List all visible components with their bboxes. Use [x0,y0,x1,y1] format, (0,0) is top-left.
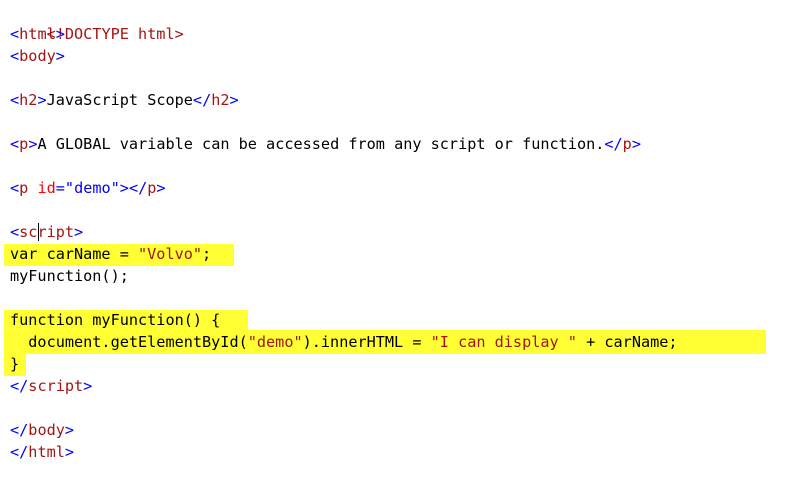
script-open-tag: script [19,223,75,241]
p2-tag: p [19,179,29,197]
gt-bracket: > [83,377,93,395]
code-line-js-close-brace: } [10,353,19,375]
gt-bracket: > [64,421,75,439]
lt-bracket: < [10,91,20,109]
lt-slash-bracket: </ [10,421,29,439]
body-open-tag: body [19,47,56,65]
gt-bracket: > [74,223,84,241]
gt-bracket: > [156,179,166,197]
js-function-decl: function myFunction() { [10,311,221,329]
js-inner-html: ).innerHTML = [302,333,431,351]
code-editor[interactable]: <!DOCTYPE html> <html> <body> <h2>JavaSc… [0,0,807,490]
lt-bracket: < [10,223,20,241]
lt-bracket: < [10,47,20,65]
code-line-h2: <h2>JavaScript Scope</h2> [10,89,239,111]
script-close-tag: script [28,377,84,395]
p-text: A GLOBAL variable can be accessed from a… [37,135,605,153]
lt-bracket: < [10,25,20,43]
gt-bracket: > [631,135,641,153]
gt-lt-slash-bracket: ></ [119,179,148,197]
gt-bracket: > [229,91,239,109]
code-line-js-body: document.getElementById("demo").innerHTM… [10,331,678,353]
html-open-tag: html [19,25,56,43]
code-line-body-close: </body> [10,419,74,441]
code-line-p-demo: <p id="demo"></p> [10,177,166,199]
code-line-body-open: <body> [10,45,65,67]
p-close-tag: p [622,135,632,153]
js-demo-string: "demo" [247,333,303,351]
code-line-html-close: </html> [10,441,74,463]
code-line-script-open: <script> [10,221,83,243]
js-volvo-string: "Volvo" [138,245,203,263]
lt-slash-bracket: </ [10,377,29,395]
p2-attr-name: id [37,179,56,197]
gt-bracket: > [55,25,65,43]
js-function-call: myFunction(); [10,267,129,285]
p2-attr-value: "demo" [64,179,120,197]
p2-equals: = [55,179,65,197]
text-caret [38,223,39,241]
doctype-text: <!DOCTYPE html> [46,25,184,43]
lt-slash-bracket: </ [10,443,29,461]
code-line-js-function: function myFunction() { [10,309,220,331]
js-display-string: "I can display " [430,333,577,351]
html-close-tag: html [28,443,65,461]
lt-slash-bracket: </ [604,135,623,153]
lt-bracket: < [10,135,20,153]
js-concat: + carName; [576,333,678,351]
h2-close-tag: h2 [211,91,230,109]
gt-bracket: > [37,91,47,109]
code-line-p: <p>A GLOBAL variable can be accessed fro… [10,133,641,155]
gt-bracket: > [64,443,75,461]
h2-open-tag: h2 [19,91,38,109]
body-close-tag: body [28,421,65,439]
p-open-tag: p [19,135,29,153]
lt-bracket: < [10,179,20,197]
gt-bracket: > [55,47,65,65]
code-line-js-var: var carName = "Volvo"; [10,243,211,265]
code-line-html-open: <html> [10,23,65,45]
js-close-brace: } [10,355,20,373]
code-line-script-close: </script> [10,375,92,397]
code-line-js-call: myFunction(); [10,265,129,287]
lt-slash-bracket: </ [192,91,212,109]
h2-text: JavaScript Scope [46,91,193,109]
js-var-decl: var carName = [10,245,139,263]
js-get-element: document.getElementById( [10,333,248,351]
js-semicolon: ; [202,245,212,263]
code-line-doctype: <!DOCTYPE html> [10,1,184,43]
